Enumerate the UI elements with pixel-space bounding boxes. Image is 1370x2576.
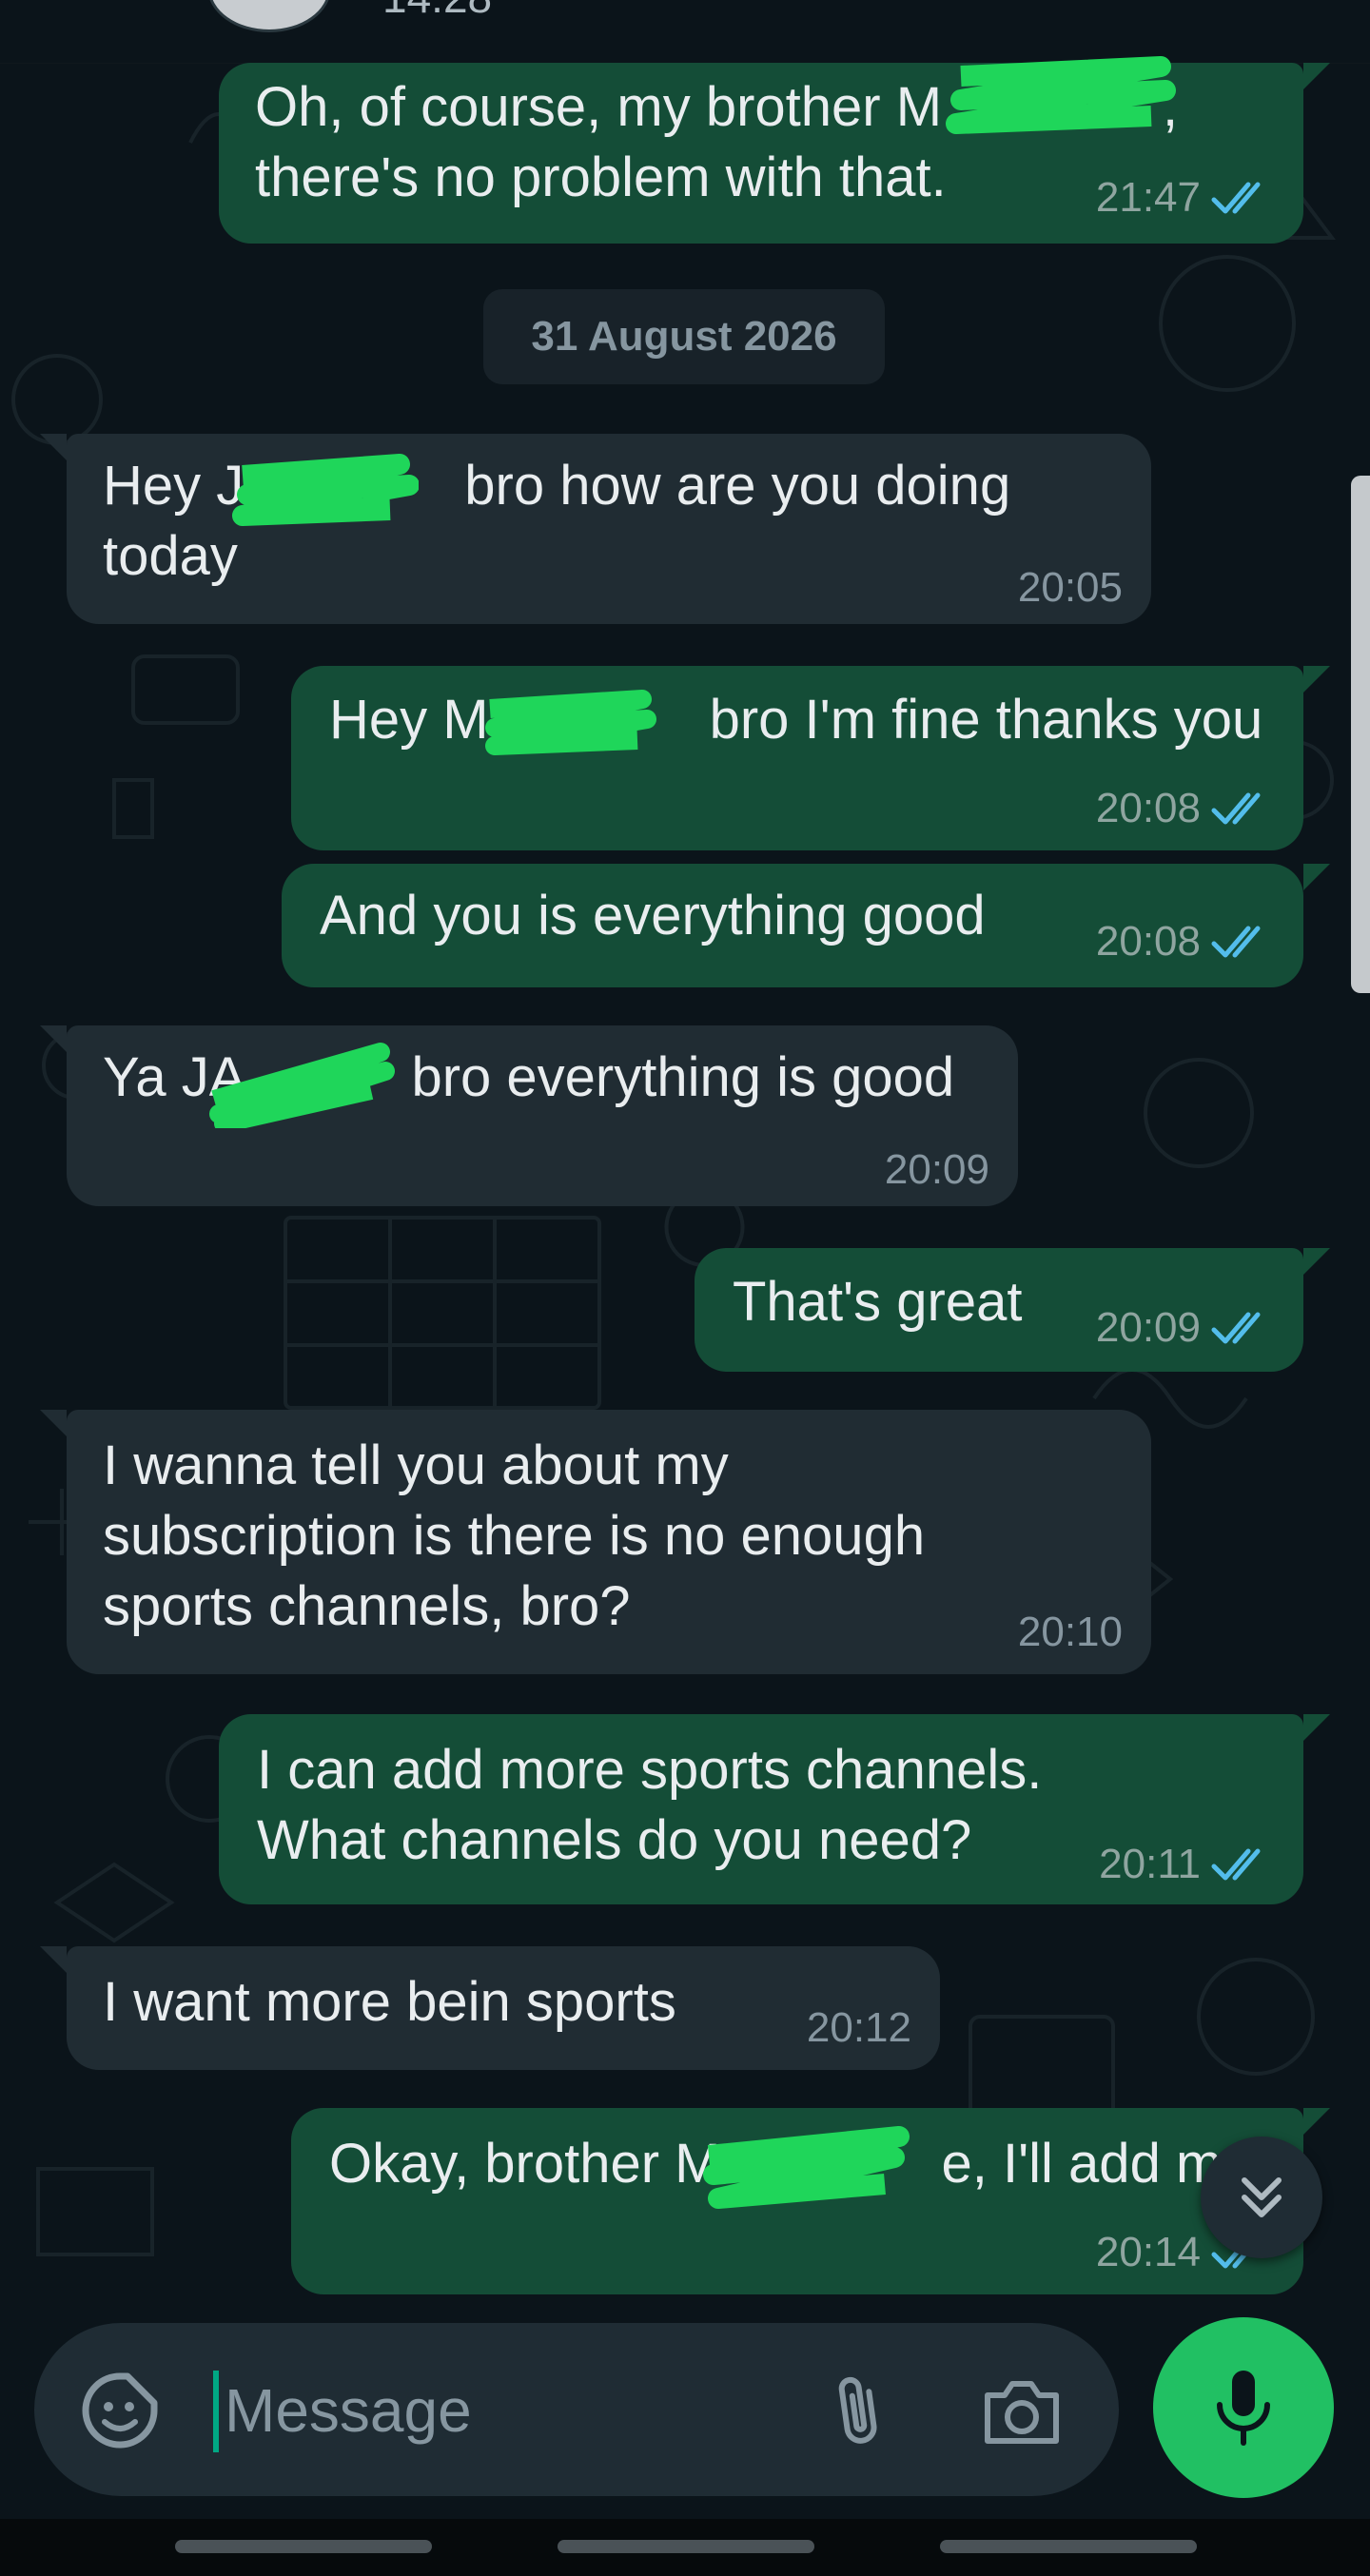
redaction-scribble [209, 1043, 395, 1128]
microphone-icon [1217, 2371, 1270, 2446]
message-meta: 20:11 [1099, 1844, 1271, 1885]
redaction-scribble [232, 454, 419, 526]
message-time: 20:12 [806, 2004, 911, 2051]
message-meta: 20:08 [1096, 921, 1271, 963]
nav-home-handle[interactable] [558, 2540, 814, 2553]
message-composer [34, 2323, 1119, 2496]
system-navigation-bar [0, 2519, 1370, 2576]
status-time: 14:28 [382, 0, 492, 19]
message-time: 20:10 [1017, 1609, 1123, 1655]
double-check-icon [1211, 1312, 1261, 1344]
paperclip-icon[interactable] [812, 2365, 904, 2456]
message-meta: 20:09 [1096, 1307, 1271, 1349]
date-separator: 31 August 2026 [483, 289, 885, 384]
message-outgoing[interactable]: I can add more sports channels. What cha… [219, 1714, 1330, 1904]
sticker-icon[interactable] [80, 2371, 160, 2450]
nav-back-handle[interactable] [940, 2540, 1197, 2553]
message-incoming[interactable]: I wanna tell you about my subscription i… [40, 1410, 1151, 1674]
message-input[interactable] [219, 2361, 820, 2460]
redaction-scribble [703, 2126, 910, 2209]
message-outgoing[interactable]: That's great 20:09 [695, 1248, 1330, 1372]
message-text: And you is everything good [320, 885, 986, 946]
message-time: 20:08 [1095, 918, 1201, 965]
message-meta: 20:08 [1096, 788, 1271, 829]
message-time: 20:14 [1095, 2229, 1201, 2275]
redaction-scribble [485, 690, 656, 755]
nav-recents-handle[interactable] [175, 2540, 432, 2553]
message-time: 20:09 [1095, 1304, 1201, 1351]
voice-record-button[interactable] [1153, 2317, 1334, 2498]
message-outgoing[interactable]: And you is everything good 20:08 [282, 864, 1330, 987]
double-check-icon [1211, 792, 1261, 825]
message-time: 20:09 [884, 1146, 989, 1193]
camera-icon[interactable] [976, 2367, 1067, 2458]
message-meta: 20:09 [885, 1149, 989, 1191]
message-meta: 21:47 [1096, 177, 1271, 219]
message-text: I want more bein sports [103, 1971, 676, 2033]
message-text: That's great [733, 1271, 1023, 1333]
message-time: 20:11 [1099, 1841, 1201, 1887]
message-text: Hey M bro I'm fine thanks you [329, 689, 1263, 751]
message-time: 20:08 [1095, 785, 1201, 831]
double-chevron-down-icon [1242, 2177, 1282, 2217]
redaction-scribble [946, 56, 1176, 134]
double-check-icon [1211, 1848, 1261, 1881]
message-meta: 20:10 [1018, 1611, 1123, 1653]
scroll-to-bottom-button[interactable] [1201, 2137, 1322, 2258]
message-meta: 20:05 [1018, 567, 1123, 609]
double-check-icon [1211, 182, 1261, 214]
message-incoming[interactable]: I want more bein sports 20:12 [40, 1946, 940, 2070]
double-check-icon [1211, 926, 1261, 958]
message-text: I wanna tell you about my subscription i… [103, 1434, 926, 1637]
message-outgoing[interactable]: Hey M bro I'm fine thanks you 20:08 [291, 666, 1330, 850]
chat-scrollbar[interactable] [1351, 476, 1370, 993]
message-text: I can add more sports channels. What cha… [257, 1739, 1043, 1871]
message-time: 21:47 [1095, 174, 1201, 221]
message-meta: 20:12 [807, 2007, 911, 2049]
contact-avatar[interactable] [207, 0, 331, 32]
message-time: 20:05 [1017, 564, 1123, 611]
